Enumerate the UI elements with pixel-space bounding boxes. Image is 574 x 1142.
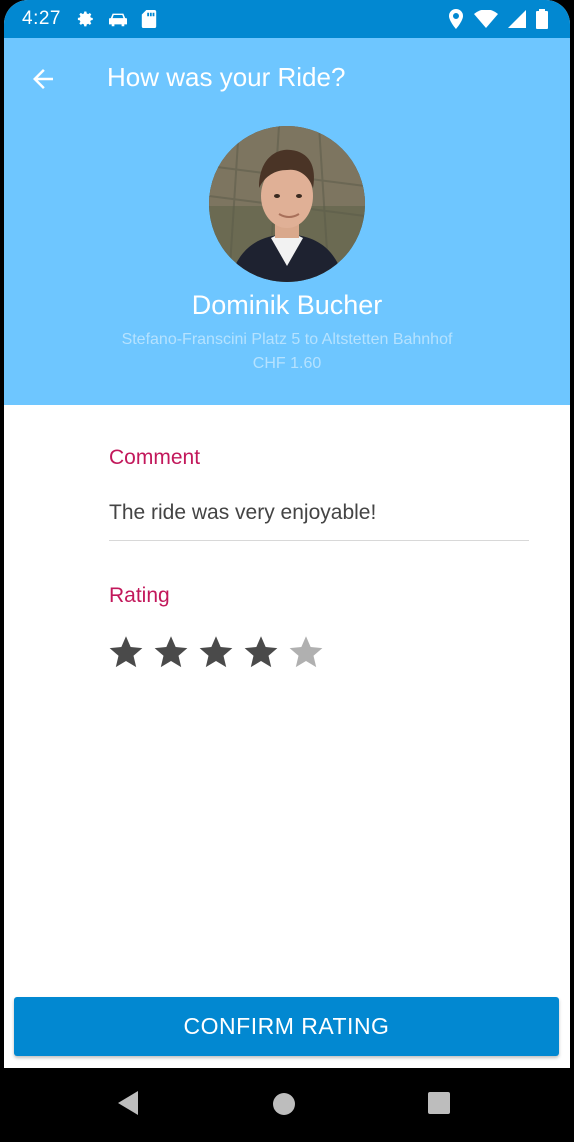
rating-header: How was your Ride? Dominik Bucher Stefan…: [4, 38, 570, 405]
rating-label: Rating: [109, 584, 170, 607]
ride-price: CHF 1.60: [252, 355, 322, 372]
comment-input[interactable]: [109, 490, 529, 541]
star-icon-1[interactable]: [108, 634, 144, 670]
back-triangle-icon[interactable]: [116, 1090, 140, 1116]
star-icon-5[interactable]: [288, 634, 324, 670]
star-icon-4[interactable]: [243, 634, 279, 670]
confirm-rating-button[interactable]: CONFIRM RATING: [14, 997, 559, 1056]
recents-square-icon[interactable]: [428, 1092, 450, 1114]
driver-name: Dominik Bucher: [191, 290, 383, 320]
comment-label: Comment: [109, 446, 201, 469]
system-nav-bar: [0, 1068, 574, 1142]
star-icon-3[interactable]: [198, 634, 234, 670]
gear-icon: [77, 11, 93, 27]
home-circle-icon[interactable]: [272, 1092, 296, 1116]
back-arrow-icon[interactable]: [28, 64, 58, 94]
wifi-icon: [474, 10, 498, 28]
battery-icon: [536, 9, 548, 29]
status-bar: 4:27: [4, 0, 570, 38]
sd-card-icon: [141, 10, 157, 28]
driver-avatar: [209, 126, 365, 282]
ride-route: Stefano-Franscini Platz 5 to Altstetten …: [121, 331, 453, 348]
star-rating[interactable]: [108, 634, 324, 670]
car-icon: [108, 13, 127, 27]
cell-signal-icon: [508, 10, 526, 28]
star-icon-2[interactable]: [153, 634, 189, 670]
status-time: 4:27: [22, 8, 61, 29]
location-pin-icon: [449, 9, 463, 29]
app-screen: 4:27 How was your Ride? Dominik Bucher S…: [4, 0, 570, 1142]
driver-photo: [209, 126, 365, 282]
page-title: How was your Ride?: [107, 62, 346, 92]
